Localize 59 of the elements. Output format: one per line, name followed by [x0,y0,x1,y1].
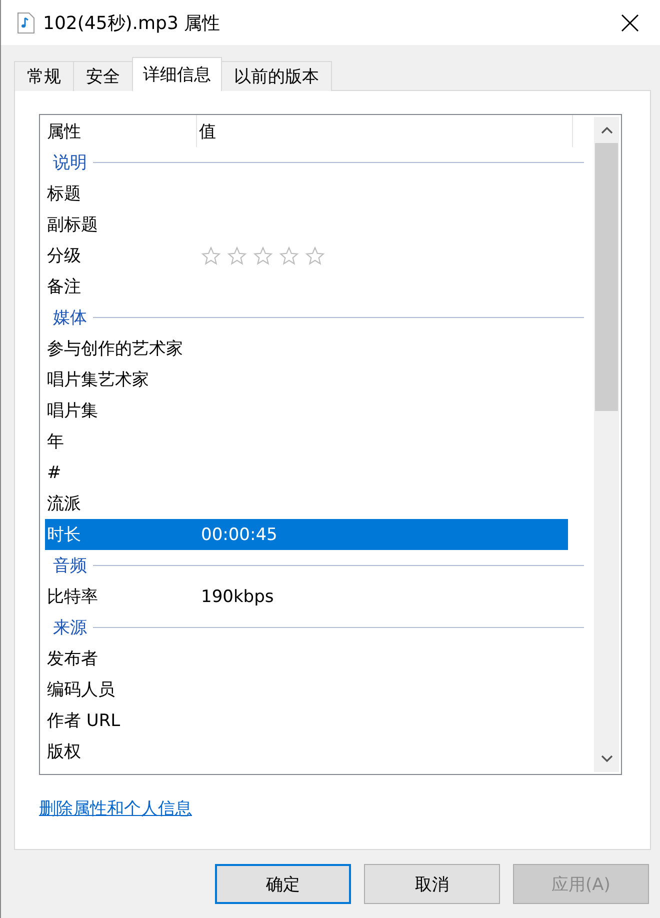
group-heading: 说明 [52,152,88,174]
star-icon[interactable] [253,246,273,266]
property-row[interactable]: 比特率 190kbps [45,581,568,612]
property-name: 副标题 [46,214,99,236]
property-value: 190kbps [200,586,274,606]
tab[interactable]: 以前的版本 [221,61,332,91]
property-row[interactable]: 发布者 [45,643,568,674]
remove-properties-link[interactable]: 删除属性和个人信息 [39,797,192,820]
property-name: 时长 [46,524,82,546]
property-name: 年 [46,431,65,453]
property-name: # [46,462,62,482]
property-row[interactable]: 参与创作的艺术家 [45,333,568,364]
property-row[interactable]: 版权 [45,736,568,767]
property-row[interactable]: 副标题 [45,209,568,240]
scroll-down-icon[interactable] [600,755,612,763]
close-icon [621,14,639,32]
property-name: 比特率 [46,586,99,608]
property-name: 唱片集艺术家 [46,369,150,391]
dialog-button[interactable]: 取消 [364,864,500,904]
property-row[interactable]: 标题 [45,178,568,209]
property-name: 版权 [46,741,82,763]
property-row[interactable]: 年 [45,426,568,457]
audio-file-icon [17,12,35,34]
property-name: 编码人员 [46,679,116,701]
property-name: 参与创作的艺术家 [46,338,184,360]
scrollbar[interactable] [594,117,619,772]
column-header[interactable]: 属性 [45,115,197,147]
column-header[interactable]: 值 [197,115,573,147]
property-row[interactable]: 流派 [45,488,568,519]
property-row[interactable]: 编码人员 [45,674,568,705]
tab[interactable]: 安全 [73,61,133,91]
tab[interactable]: 详细信息 [132,57,222,91]
property-value: 00:00:45 [200,524,278,544]
star-icon[interactable] [227,246,247,266]
property-name: 分级 [46,245,82,267]
dialog-button[interactable]: 确定 [215,864,351,904]
window-title: 102(45秒).mp3 属性 [43,12,222,34]
scroll-thumb[interactable] [595,143,618,411]
star-icon[interactable] [279,246,299,266]
property-name: 备注 [46,276,82,298]
property-row[interactable]: 分级 [45,240,568,271]
property-name: 标题 [46,183,82,205]
property-row[interactable]: 唱片集 [45,395,568,426]
property-name: 发布者 [46,648,99,670]
property-row[interactable]: 作者 URL [45,705,568,736]
property-name: 唱片集 [46,400,99,422]
tab[interactable]: 常规 [14,61,74,91]
star-icon[interactable] [305,246,325,266]
property-row[interactable]: 唱片集艺术家 [45,364,568,395]
property-row[interactable]: 时长 00:00:45 [45,519,568,550]
star-icon[interactable] [201,246,221,266]
property-row[interactable]: 备注 [45,271,568,302]
group-heading: 来源 [52,617,88,639]
property-name: 流派 [46,493,82,515]
scroll-up-icon[interactable] [600,126,612,134]
group-heading: 媒体 [52,307,88,329]
property-name: 作者 URL [46,710,122,732]
property-row[interactable]: # [45,457,568,488]
group-heading: 音频 [52,555,88,577]
